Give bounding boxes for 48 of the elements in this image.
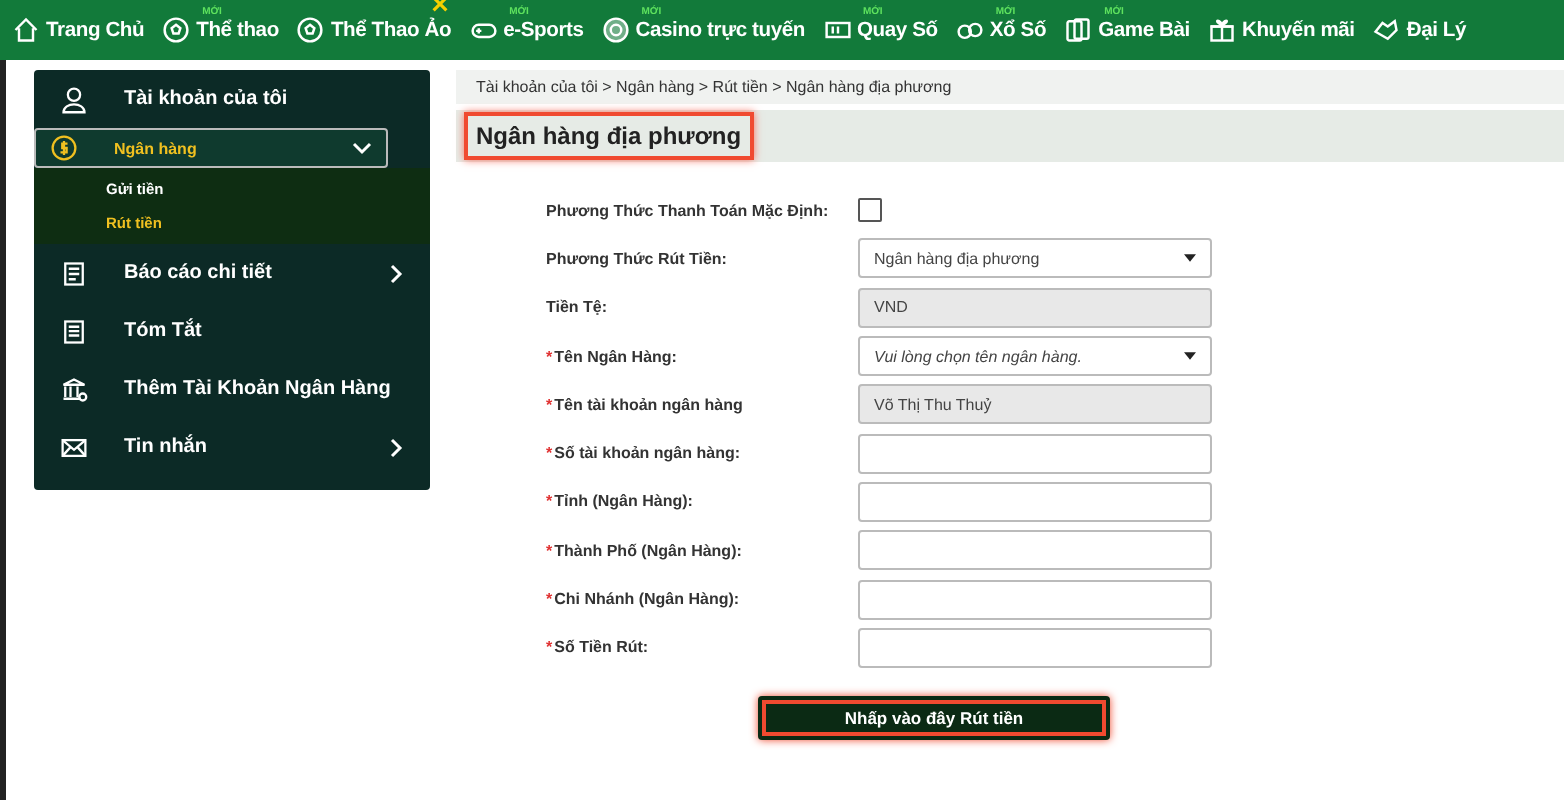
readonly-field: VND [858,287,1212,328]
user-icon [60,85,88,113]
field-label: *Chi Nhánh (Ngân Hàng): [544,590,742,609]
field-label: Phương Thức Rút Tiền: [544,249,729,268]
field-label: *Số Tiền Rút: [544,638,651,657]
ticket-icon [823,16,851,44]
ball-icon [162,16,191,44]
field-label: *Tên tài khoản ngân hàng [544,395,745,414]
input-field[interactable] [858,627,1212,668]
withdraw-button[interactable]: Nhấp vào đây Rút tiền [758,695,1110,740]
caret-icon [1184,352,1196,361]
coin-icon [50,134,78,162]
sidebar-item[interactable]: Thêm Tài Khoản Ngân Hàng [34,360,430,418]
gift-icon [1207,16,1236,44]
input-field[interactable] [858,579,1212,620]
breadcrumb: Tài khoản của tôi > Ngân hàng > Rút tiền > Ngân hàng địa phương [456,70,1564,104]
field-label: *Thành Phố (Ngân Hàng): [544,541,744,560]
caret-icon [1184,254,1196,263]
sidebar-item[interactable]: Tin nhắn [34,418,430,476]
chip-icon [601,16,630,44]
cards-icon [1064,16,1093,44]
nav-link[interactable]: Trang Chủ [12,16,145,44]
readonly-field: Võ Thị Thu Thuỷ [858,384,1212,425]
field-label: Phương Thức Thanh Toán Mặc Định: [544,201,831,220]
checkbox[interactable] [858,198,882,223]
nav-link[interactable]: Khuyến mãi [1207,16,1355,44]
list-icon [60,317,88,345]
sidebar-item[interactable]: Ngân hàng [34,128,388,168]
nav-link[interactable]: Thể Thao Ảo [296,16,452,44]
nav-link[interactable]: Đại Lý [1372,16,1467,44]
page-title: Ngân hàng địa phương [464,112,754,160]
input-field[interactable] [858,481,1212,522]
ball-icon [296,16,325,44]
field-label: *Số tài khoản ngân hàng: [544,444,743,463]
dropdown-field[interactable]: Vui lòng chọn tên ngân hàng. [858,336,1212,377]
sidebar-item[interactable]: Báo cáo chi tiết [34,244,430,302]
report-icon [60,259,88,287]
sidebar-item[interactable]: Tài khoản của tôi [34,70,430,128]
input-field[interactable] [858,433,1212,474]
sidebar-item[interactable]: Tóm Tắt [34,302,430,360]
input-field[interactable] [858,530,1212,571]
home-icon [12,16,40,44]
mail-icon [60,433,88,461]
dropdown-field[interactable]: Ngân hàng địa phương [858,238,1212,279]
field-label: *Tỉnh (Ngân Hàng): [544,492,695,511]
bank-icon [60,375,88,403]
field-label: Tiền Tệ: [544,298,610,317]
field-label: *Tên Ngân Hàng: [544,347,679,366]
